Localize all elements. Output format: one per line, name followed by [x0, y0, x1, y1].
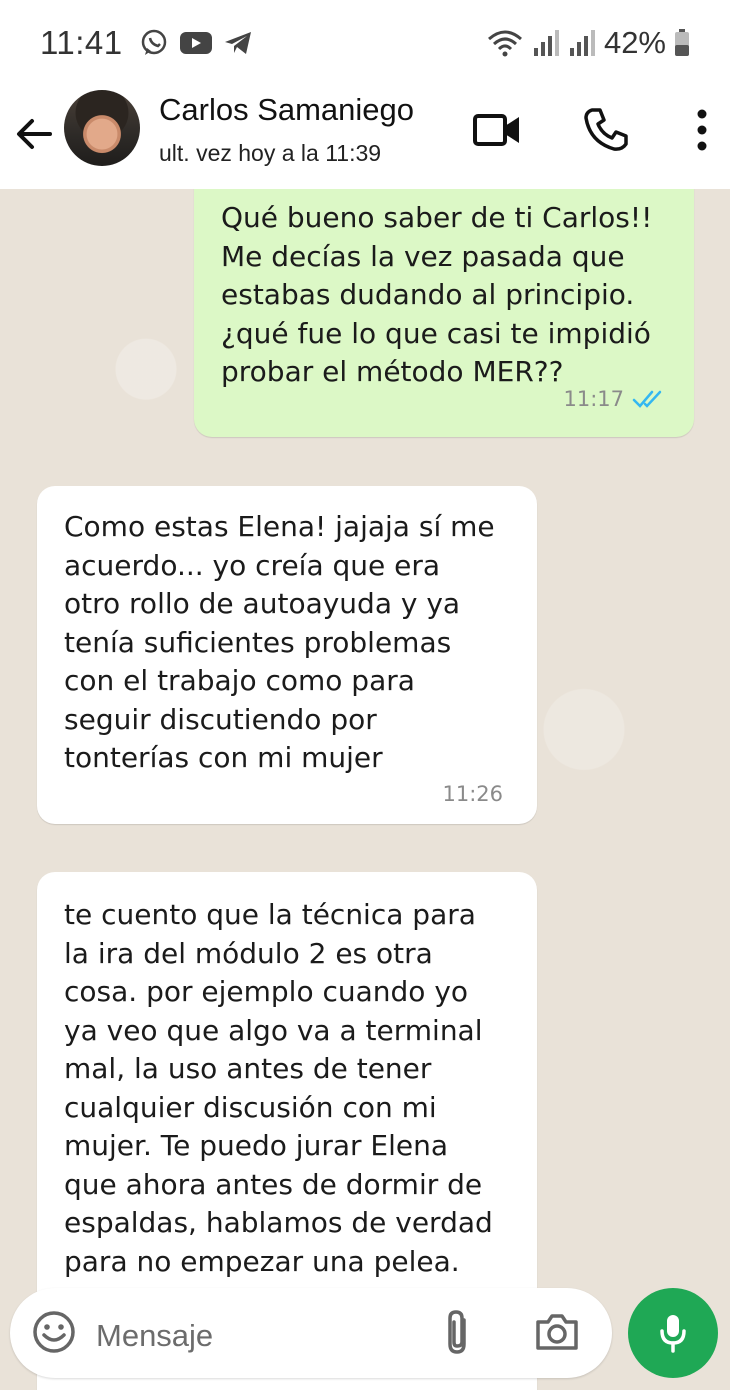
message-meta: 11:26 [442, 782, 503, 806]
message-text: te cuento que la técnica para la ira del… [64, 898, 493, 1278]
message-meta: 11:17 [563, 387, 668, 411]
last-seen-status: ult. vez hoy a la 11:39 [159, 140, 382, 166]
contact-name[interactable]: Carlos Samaniego [159, 92, 414, 128]
whatsapp-icon [141, 29, 166, 55]
voice-message-button[interactable] [628, 1288, 718, 1378]
message-time: 11:26 [442, 782, 503, 806]
message-text: Como estas Elena! jajaja sí me acuerdo..… [64, 510, 495, 774]
back-arrow-icon[interactable] [14, 114, 54, 154]
wifi-icon [487, 30, 522, 57]
chat-area[interactable]: Qué bueno saber de ti Carlos!! Me decías… [0, 189, 730, 1390]
camera-icon[interactable] [534, 1312, 580, 1352]
video-call-icon[interactable] [472, 110, 522, 150]
telegram-icon [224, 32, 251, 54]
battery-icon [675, 29, 689, 56]
attach-paperclip-icon[interactable] [444, 1308, 474, 1358]
message-bubble-incoming[interactable]: Como estas Elena! jajaja sí me acuerdo..… [37, 486, 537, 824]
emoji-icon[interactable] [32, 1310, 76, 1354]
status-right: 42% [486, 25, 690, 61]
microphone-icon [660, 1315, 686, 1353]
signal-icon-2 [569, 30, 595, 56]
double-check-read-icon [632, 390, 662, 408]
notification-icons [139, 28, 253, 58]
message-composer[interactable]: Mensaje [10, 1288, 612, 1378]
youtube-icon [179, 32, 212, 54]
signal-icon-1 [533, 30, 559, 56]
message-input-placeholder[interactable]: Mensaje [96, 1318, 213, 1354]
voice-call-icon[interactable] [582, 106, 630, 154]
chat-header: Carlos Samaniego ult. vez hoy a la 11:39 [0, 86, 730, 189]
message-text: Qué bueno saber de ti Carlos!! Me decías… [221, 201, 653, 388]
contact-avatar[interactable] [64, 90, 140, 166]
status-time: 11:41 [40, 24, 123, 61]
status-bar: 11:41 42% [0, 0, 730, 86]
battery-percentage: 42% [603, 25, 666, 60]
message-bubble-outgoing[interactable]: Qué bueno saber de ti Carlos!! Me decías… [194, 189, 694, 437]
message-time: 11:17 [563, 387, 624, 411]
more-options-icon[interactable] [694, 108, 710, 152]
